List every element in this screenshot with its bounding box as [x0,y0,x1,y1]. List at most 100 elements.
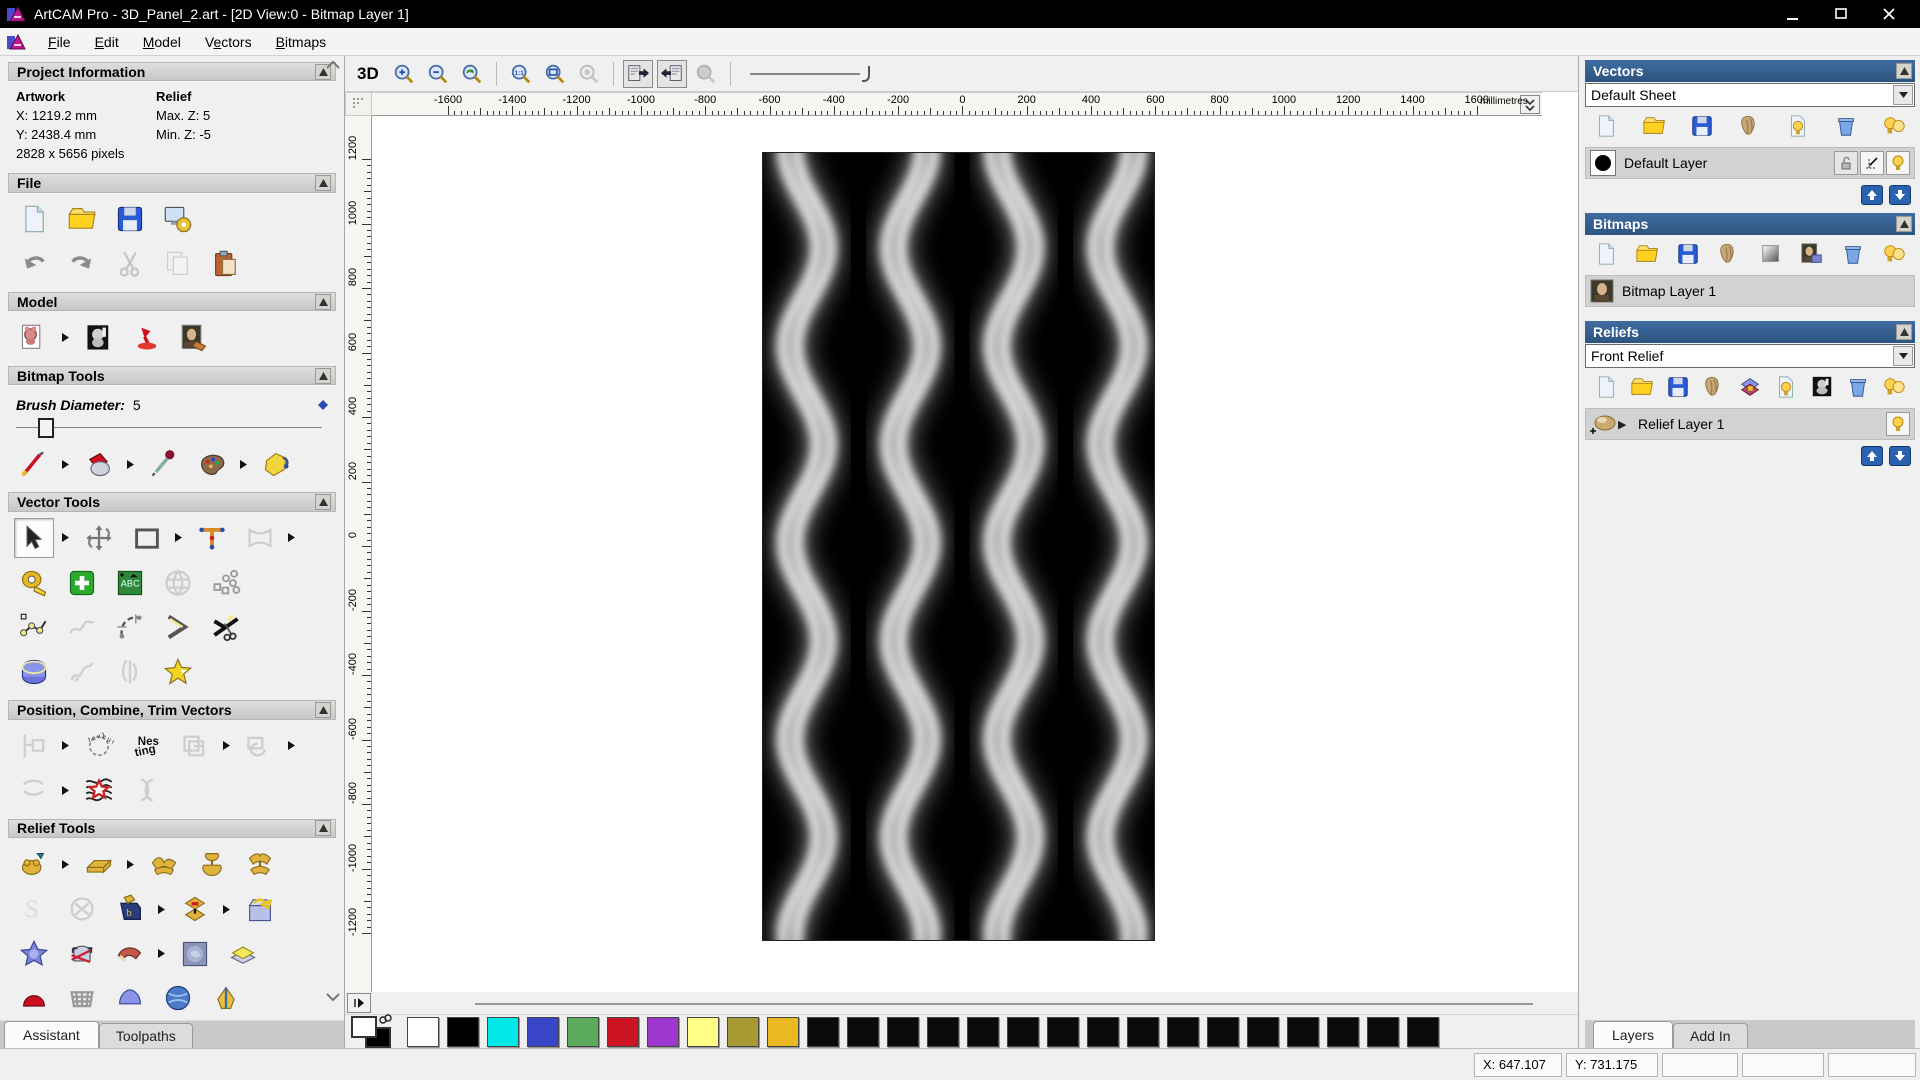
relief-select[interactable]: Front Relief [1585,344,1915,368]
switch-3d-view-button[interactable]: 3D [357,64,379,84]
swap-relief-icon[interactable] [175,889,215,929]
flyout-arrow-icon[interactable] [240,459,249,469]
new-page-icon[interactable] [1591,112,1621,140]
trash-icon[interactable] [1831,112,1861,140]
two-rail-sweep-icon[interactable] [144,844,184,884]
palette-swatch-16[interactable] [1047,1017,1079,1047]
set-model-size-icon[interactable] [14,318,54,358]
bitmap-artwork[interactable] [762,152,1155,941]
flyout-arrow-icon[interactable] [288,533,297,543]
new-page-icon[interactable] [1591,373,1621,401]
section-header-relief-tools[interactable]: Relief Tools [8,819,336,838]
zoom-1to1-button[interactable]: 1:1 [506,60,536,88]
palette-swatch-6[interactable] [647,1017,679,1047]
layer-visibility-bulb-button[interactable] [1886,151,1910,175]
cast-shape-icon[interactable] [240,844,280,884]
menu-model[interactable]: Model [131,30,193,54]
open-folder-icon[interactable] [1639,112,1669,140]
texture-relief-icon[interactable]: b [110,889,150,929]
palette-swatch-11[interactable] [847,1017,879,1047]
bear-negative-icon[interactable] [1807,373,1837,401]
vectors-header[interactable]: Vectors [1585,60,1915,82]
move-layer-down-button[interactable] [1889,446,1911,466]
scroll-up-icon[interactable] [326,60,340,70]
layer-name[interactable]: Relief Layer 1 [1638,416,1884,432]
shape-editor-icon[interactable] [14,844,54,884]
sphere-texture-icon[interactable] [158,978,198,1018]
lighting-material-icon[interactable] [127,318,167,358]
collapse-icon[interactable] [1896,324,1912,340]
flyout-arrow-icon[interactable] [158,904,167,914]
palette-swatch-25[interactable] [1407,1017,1439,1047]
palette-swatch-15[interactable] [1007,1017,1039,1047]
bulbs-all-icon[interactable] [1879,373,1909,401]
flyout-arrow-icon[interactable] [158,949,167,959]
flyout-arrow-icon[interactable] [288,741,297,751]
palette-swatch-4[interactable] [567,1017,599,1047]
create-text-icon[interactable] [192,518,232,558]
bend-relief-icon[interactable] [110,934,150,974]
extrude-shape-icon[interactable] [192,844,232,884]
palette-swatch-21[interactable] [1247,1017,1279,1047]
flyout-arrow-icon[interactable] [62,859,71,869]
text-in-box-icon[interactable]: ABC [110,563,150,603]
measure-tool-icon[interactable] [14,563,54,603]
menu-edit[interactable]: Edit [83,30,131,54]
primary-secondary-colour[interactable] [351,1016,395,1048]
palette-swatch-20[interactable] [1207,1017,1239,1047]
layer-name[interactable]: Bitmap Layer 1 [1622,283,1910,299]
nesting-icon[interactable]: Nesting [127,726,167,766]
merge-layers-icon[interactable] [1714,240,1744,268]
close-button[interactable] [1878,5,1900,23]
open-file-icon[interactable] [62,199,102,239]
section-header-file[interactable]: File [8,173,336,192]
create-cross-icon[interactable] [62,563,102,603]
palette-swatch-7[interactable] [687,1017,719,1047]
palette-swatch-9[interactable] [767,1017,799,1047]
menu-file[interactable]: File [36,30,83,54]
distort-vectors-icon[interactable] [79,770,119,810]
slider-track[interactable] [16,427,322,428]
texture-flood-icon[interactable] [257,444,297,484]
palette-swatch-0[interactable] [407,1017,439,1047]
palette-swatch-24[interactable] [1367,1017,1399,1047]
flood-fill-icon[interactable] [79,444,119,484]
vector-layer-row[interactable]: Default Layer [1585,147,1915,179]
relief-layer-row[interactable]: ▶ Relief Layer 1 [1585,408,1915,440]
create-arc-icon[interactable] [110,607,150,647]
undo-icon[interactable] [14,244,54,284]
new-page-icon[interactable] [1591,240,1621,268]
fade-slider-handle[interactable] [862,66,870,82]
layer-visibility-bulb-button[interactable] [1886,412,1910,436]
create-polyline-icon[interactable] [14,607,54,647]
palette-swatch-23[interactable] [1327,1017,1359,1047]
menu-vectors[interactable]: Vectors [193,30,264,54]
palette-swatch-22[interactable] [1287,1017,1319,1047]
preferences-icon[interactable] [158,199,198,239]
text-on-curve-icon[interactable]: t e x tc u r [79,726,119,766]
leaf-tool-icon[interactable] [206,978,246,1018]
section-header-model[interactable]: Model [8,292,336,311]
palette-swatch-17[interactable] [1087,1017,1119,1047]
maximize-button[interactable] [1830,5,1852,23]
tab-layers[interactable]: Layers [1593,1021,1673,1048]
collapse-icon[interactable] [1896,216,1912,232]
wrap-relief-icon[interactable] [62,934,102,974]
flyout-arrow-icon[interactable] [62,459,71,469]
basket-weave-icon[interactable] [62,978,102,1018]
palette-swatch-18[interactable] [1127,1017,1159,1047]
collapse-icon[interactable] [1896,63,1912,79]
flyout-arrow-icon[interactable] [62,741,71,751]
flyout-arrow-icon[interactable] [62,533,71,543]
section-header-project-information[interactable]: Project Information [8,62,336,81]
greyscale-square-icon[interactable] [1756,240,1786,268]
fade-slider-track[interactable] [750,73,860,75]
offset-relief-icon[interactable] [223,934,263,974]
merge-layers-icon[interactable] [1735,112,1765,140]
palette-swatch-5[interactable] [607,1017,639,1047]
open-folder-icon[interactable] [1632,240,1662,268]
flyout-arrow-icon[interactable] [175,533,184,543]
merge-layers-icon[interactable] [1699,373,1729,401]
bitmap-fade-slider[interactable] [750,62,880,86]
dropdown-arrow-icon[interactable] [1893,346,1913,366]
